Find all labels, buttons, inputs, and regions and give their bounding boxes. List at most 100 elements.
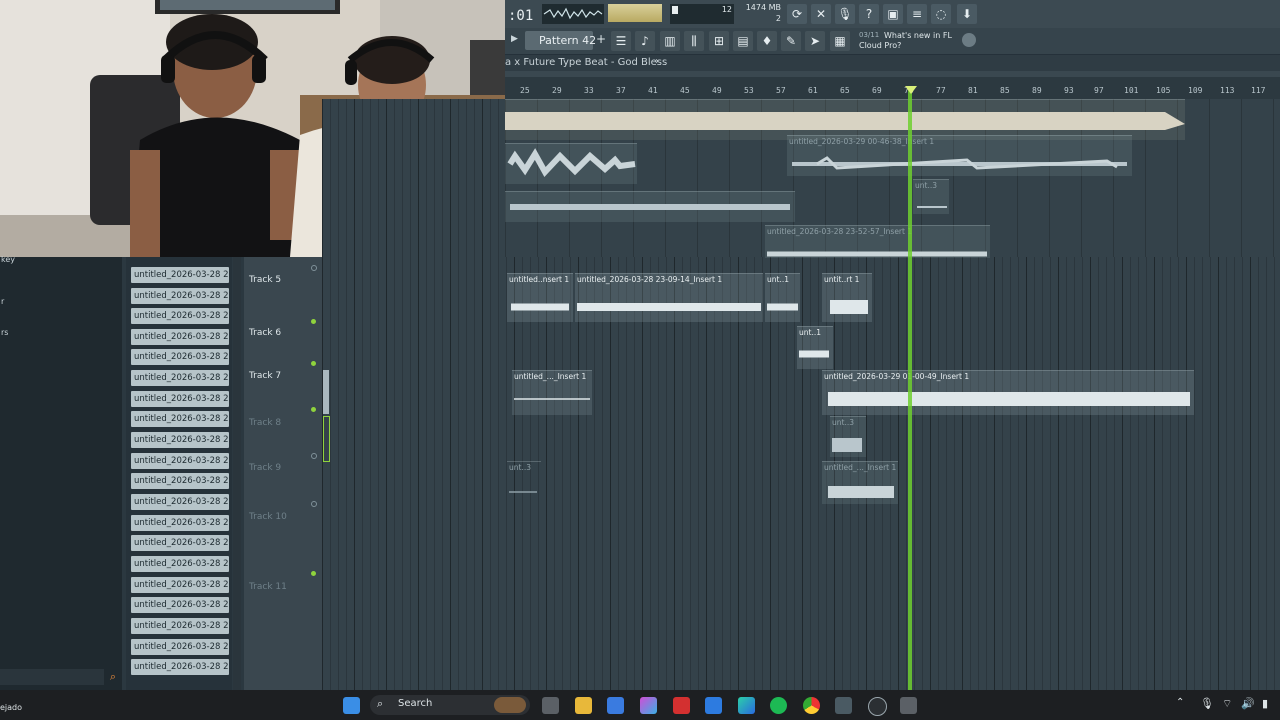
clip-list-item[interactable]: untitled_2026-03-28 23- — [131, 473, 229, 489]
touch-keyboard-icon[interactable]: ✎ — [781, 31, 801, 51]
mixer-icon[interactable]: ⫼ — [684, 31, 704, 51]
track-mute-led[interactable] — [311, 571, 316, 576]
sliders-icon[interactable]: ≡ — [907, 4, 927, 24]
audio-clip[interactable]: unt..3 — [830, 416, 866, 457]
clip-list-item[interactable]: untitled_2026-03-28 23- — [131, 535, 229, 551]
plugin-picker-icon[interactable]: ♦ — [757, 31, 777, 51]
browser-item[interactable]: rs — [1, 328, 8, 337]
news-headline-line2[interactable]: Cloud Pro? — [859, 41, 901, 50]
audio-clip[interactable]: untitled_..._Insert 1 — [822, 461, 898, 504]
clip-list-item[interactable]: untitled_2026-03-28 23- — [131, 453, 229, 469]
copilot-icon[interactable] — [640, 697, 657, 714]
track-name[interactable]: Track 6 — [249, 328, 281, 338]
news-badge-icon[interactable] — [962, 33, 976, 47]
clip-list-item[interactable]: untitled_2026-03-28 23- — [131, 349, 229, 365]
upper-tracks-area[interactable]: untitled_2026-03-29 00-46-38_Insert 1 un… — [505, 99, 1280, 258]
track-mute-led[interactable] — [311, 265, 317, 271]
clip-list-item[interactable]: untitled_2026-03-28 23- — [131, 288, 229, 304]
audio-clip[interactable]: untitled_..._Insert 1 — [512, 370, 592, 415]
track-selector[interactable] — [323, 370, 329, 414]
clip-list-item[interactable]: untitled_2026-03-28 23- — [131, 391, 229, 407]
taskbar-search[interactable]: ⌕ Search — [370, 695, 530, 715]
windows-start-icon[interactable] — [343, 697, 360, 714]
news-headline-line1[interactable]: What's new in FL — [884, 31, 952, 40]
search-icon[interactable]: ⌕ — [106, 670, 120, 684]
playlist-icon[interactable]: ☰ — [611, 31, 631, 51]
clip-list-item[interactable]: untitled_2026-03-28 23- — [131, 329, 229, 345]
clip-list-item[interactable]: untitled_2026-03-28 23- — [131, 659, 229, 675]
chrome-icon[interactable] — [803, 697, 820, 714]
chat-icon[interactable]: ◌ — [931, 4, 951, 24]
clip-list-item[interactable]: untitled_2026-03-28 23- — [131, 556, 229, 572]
settings-icon[interactable] — [900, 697, 917, 714]
scroll-overview[interactable] — [505, 71, 1280, 77]
audio-clip[interactable] — [505, 143, 637, 184]
marketplace-icon[interactable]: ➤ — [805, 31, 825, 51]
app-l-icon[interactable] — [673, 697, 690, 714]
master-volume-meter[interactable] — [608, 4, 662, 22]
track-name[interactable]: Track 9 — [249, 463, 281, 473]
timeline-ruler[interactable]: 25 29 33 37 41 45 49 53 57 61 65 69 73 7… — [505, 71, 1280, 100]
clip-list-item[interactable]: untitled_2026-03-28 23- — [131, 639, 229, 655]
save-icon[interactable]: ▣ — [883, 4, 903, 24]
battery-icon[interactable]: ▮ — [1262, 697, 1268, 710]
audio-clip[interactable]: untitled_2026-03-29 00-46-38_Insert 1 — [787, 135, 1132, 176]
task-view-icon[interactable] — [542, 697, 559, 714]
audio-clip[interactable]: unt..3 — [507, 461, 541, 504]
volume-icon[interactable]: 🔊 — [1241, 697, 1255, 710]
edge-icon[interactable] — [738, 697, 755, 714]
help-icon[interactable]: ? — [859, 4, 879, 24]
track-mute-led[interactable] — [311, 361, 316, 366]
clip-list-scrollbar[interactable] — [233, 257, 241, 690]
store-icon[interactable] — [607, 697, 624, 714]
audio-clip[interactable]: untitled..nsert 1 — [507, 273, 573, 322]
clip-list-item[interactable]: untitled_2026-03-28 23- — [131, 597, 229, 613]
track-mute-led[interactable] — [311, 501, 317, 507]
browser-search-field[interactable] — [0, 669, 104, 685]
track-name[interactable]: Track 5 — [249, 275, 281, 285]
add-pattern-button[interactable]: + — [596, 32, 606, 46]
clip-list-item[interactable]: untitled_2026-03-28 23- — [131, 370, 229, 386]
reset-icon[interactable]: ⟳ — [787, 4, 807, 24]
audio-clip[interactable] — [505, 191, 795, 222]
browser-item[interactable]: key — [1, 255, 15, 264]
play-arrow-icon[interactable]: ▶ — [511, 34, 518, 44]
track-mute-led[interactable] — [311, 407, 316, 412]
clip-list-item[interactable]: untitled_2026-03-28 23- — [131, 267, 229, 283]
clip-list-item[interactable]: untitled_2026-03-28 23- — [131, 515, 229, 531]
clip-list-item[interactable]: untitled_2026-03-28 23- — [131, 308, 229, 324]
browser-icon[interactable]: ⊞ — [709, 31, 729, 51]
audio-clip[interactable]: untitled_2026-03-29 01-00-49_Insert 1 — [822, 370, 1194, 415]
clip-list-item[interactable]: untitled_2026-03-28 23- — [131, 432, 229, 448]
mic-icon[interactable]: 🎙 — [835, 4, 855, 24]
audio-clip[interactable]: unt..3 — [913, 179, 949, 214]
browser-item[interactable]: r — [1, 297, 4, 306]
clip-list-item[interactable]: untitled_2026-03-28 23- — [131, 411, 229, 427]
download-icon[interactable]: ⬇ — [957, 4, 977, 24]
obs-icon[interactable] — [868, 697, 887, 716]
piano-roll-icon[interactable]: ♪ — [635, 31, 655, 51]
tools-icon[interactable]: ✕ — [811, 4, 831, 24]
track-name[interactable]: Track 11 — [249, 582, 287, 592]
channel-rack-icon[interactable]: ▥ — [660, 31, 680, 51]
audio-clip[interactable]: unt..1 — [765, 273, 800, 322]
audio-clip[interactable]: untit..rt 1 — [822, 273, 872, 322]
audio-clip[interactable]: untitled_2026-03-28 23-52-57_Insert 1 — [765, 225, 990, 258]
track-name[interactable]: Track 7 — [249, 371, 281, 381]
microphone-icon[interactable]: 🎙 — [1200, 697, 1214, 710]
clip-list-item[interactable]: untitled_2026-03-28 23- — [131, 577, 229, 593]
track-name[interactable]: Track 10 — [249, 512, 287, 522]
wifi-icon[interactable]: ⌔ — [1222, 697, 1232, 711]
clip-list-item[interactable]: untitled_2026-03-28 23- — [131, 494, 229, 510]
playhead-marker-icon[interactable] — [905, 86, 917, 94]
track-name[interactable]: Track 8 — [249, 418, 281, 428]
track-selector[interactable] — [323, 416, 330, 462]
playhead[interactable] — [908, 86, 912, 690]
audio-clip[interactable] — [505, 99, 1185, 140]
audio-clip[interactable]: unt..1 — [797, 326, 833, 369]
pattern-selector[interactable]: Pattern 42 — [525, 31, 596, 50]
file-explorer-icon[interactable] — [575, 697, 592, 714]
app-a-icon[interactable] — [705, 697, 722, 714]
clip-list-item[interactable]: untitled_2026-03-28 23- — [131, 618, 229, 634]
fl-studio-icon[interactable] — [835, 697, 852, 714]
